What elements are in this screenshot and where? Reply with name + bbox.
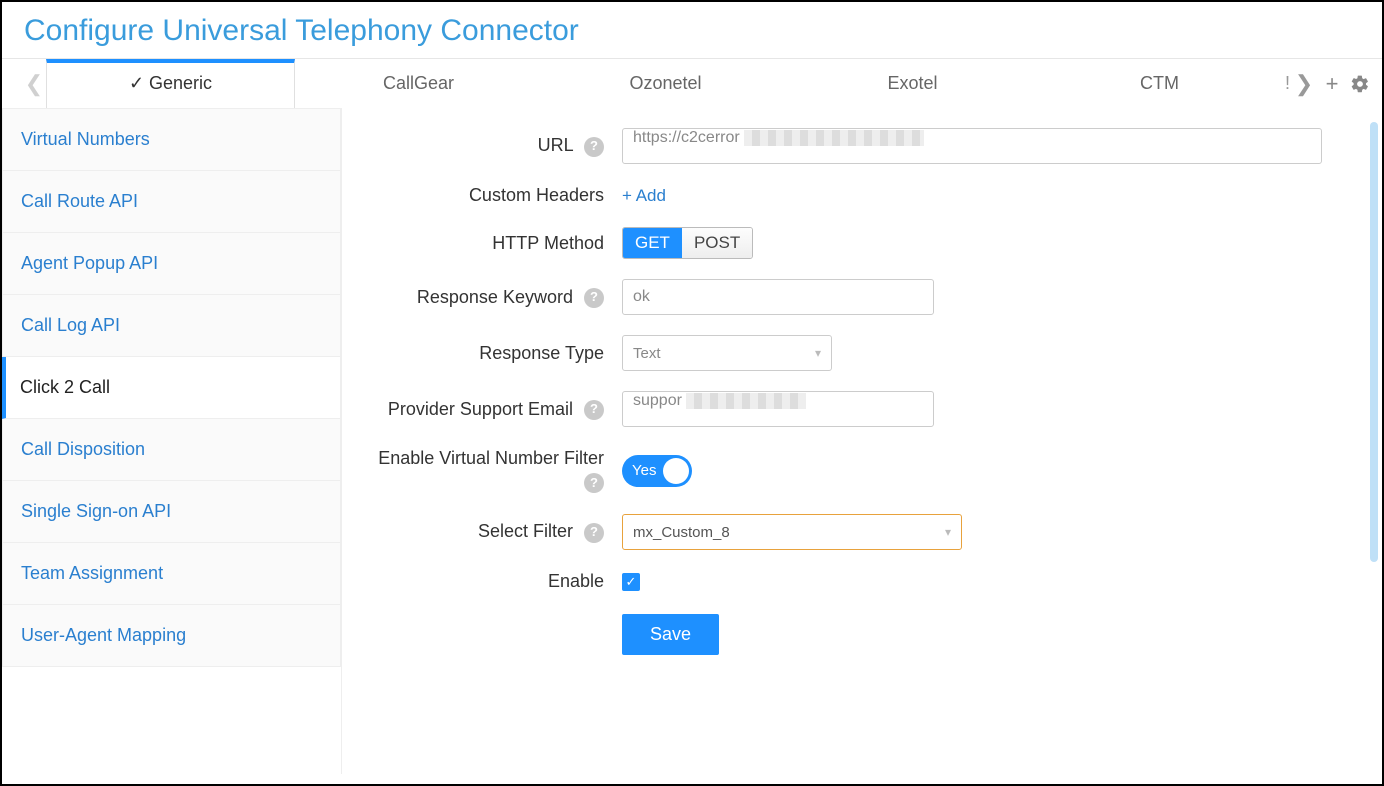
form-content: URL ? https://c2cerror Custom Headers + … [342, 108, 1382, 774]
label-enable-vn-filter-text: Enable Virtual Number Filter [378, 448, 604, 468]
add-header-link[interactable]: + Add [622, 186, 666, 205]
label-response-keyword: Response Keyword ? [362, 286, 622, 309]
label-enable-vn-filter: Enable Virtual Number Filter ? [362, 447, 622, 494]
chevron-down-icon: ▾ [815, 346, 821, 360]
label-url: URL ? [362, 134, 622, 157]
enable-checkbox[interactable]: ✓ [622, 573, 640, 591]
truncated-tab-indicator: ! [1283, 59, 1292, 108]
help-icon[interactable]: ? [584, 137, 604, 157]
url-input[interactable]: https://c2cerror [622, 128, 1322, 164]
label-select-filter: Select Filter ? [362, 520, 622, 543]
label-provider-email-text: Provider Support Email [388, 399, 573, 419]
sidebar-item-call-route-api[interactable]: Call Route API [2, 171, 341, 233]
help-icon[interactable]: ? [584, 288, 604, 308]
help-icon[interactable]: ? [584, 523, 604, 543]
http-get-button[interactable]: GET [623, 228, 682, 258]
sidebar-item-user-agent-mapping[interactable]: User-Agent Mapping [2, 605, 341, 667]
help-icon[interactable]: ? [584, 473, 604, 493]
label-enable: Enable [362, 570, 622, 593]
select-filter-dropdown[interactable]: mx_Custom_8 ▾ [622, 514, 962, 550]
tab-exotel[interactable]: Exotel [789, 59, 1036, 108]
sidebar-item-call-log-api[interactable]: Call Log API [2, 295, 341, 357]
http-method-toggle: GET POST [622, 227, 753, 259]
label-select-filter-text: Select Filter [478, 521, 573, 541]
sidebar-item-virtual-numbers[interactable]: Virtual Numbers [2, 108, 341, 171]
label-url-text: URL [538, 135, 573, 155]
label-provider-email: Provider Support Email ? [362, 398, 622, 421]
tab-callgear[interactable]: CallGear [295, 59, 542, 108]
tab-generic[interactable]: ✓ Generic [46, 59, 295, 108]
sidebar-item-team-assignment[interactable]: Team Assignment [2, 543, 341, 605]
help-icon[interactable]: ? [584, 400, 604, 420]
tab-ctm[interactable]: CTM [1036, 59, 1283, 108]
url-input-text: https://c2cerror [633, 129, 740, 146]
sidebar-item-single-sign-on-api[interactable]: Single Sign-on API [2, 481, 341, 543]
sidebar-item-agent-popup-api[interactable]: Agent Popup API [2, 233, 341, 295]
tabs-scroll-left-icon[interactable]: ❮ [22, 72, 46, 96]
add-tab-icon[interactable]: + [1320, 72, 1344, 96]
redacted-segment [686, 393, 806, 409]
tab-ozonetel[interactable]: Ozonetel [542, 59, 789, 108]
enable-vn-filter-toggle[interactable]: Yes [622, 455, 692, 487]
select-filter-value: mx_Custom_8 [633, 524, 730, 541]
label-response-type: Response Type [362, 342, 622, 365]
provider-email-text: suppor [633, 392, 682, 409]
scrollbar[interactable] [1370, 122, 1378, 562]
response-type-value: Text [633, 345, 661, 362]
chevron-down-icon: ▾ [945, 525, 951, 539]
sidebar-item-click-2-call[interactable]: Click 2 Call [2, 357, 341, 419]
redacted-segment [744, 130, 924, 146]
http-post-button[interactable]: POST [682, 228, 752, 258]
sidebar: Virtual Numbers Call Route API Agent Pop… [2, 108, 342, 774]
label-http-method: HTTP Method [362, 232, 622, 255]
toggle-knob [663, 458, 689, 484]
label-custom-headers: Custom Headers [362, 184, 622, 207]
tabs-bar: ❮ ✓ Generic CallGear Ozonetel Exotel CTM… [2, 59, 1382, 108]
toggle-label: Yes [632, 462, 656, 479]
save-button[interactable]: Save [622, 614, 719, 655]
tabs-list: ✓ Generic CallGear Ozonetel Exotel CTM [46, 59, 1283, 108]
page-title: Configure Universal Telephony Connector [2, 2, 1382, 59]
sidebar-item-call-disposition[interactable]: Call Disposition [2, 419, 341, 481]
tabs-scroll-right-icon[interactable]: ❯ [1292, 72, 1316, 96]
label-response-keyword-text: Response Keyword [417, 287, 573, 307]
provider-email-input[interactable]: suppor [622, 391, 934, 427]
response-type-select[interactable]: Text ▾ [622, 335, 832, 371]
settings-gear-icon[interactable] [1348, 72, 1372, 96]
response-keyword-input[interactable] [622, 279, 934, 315]
